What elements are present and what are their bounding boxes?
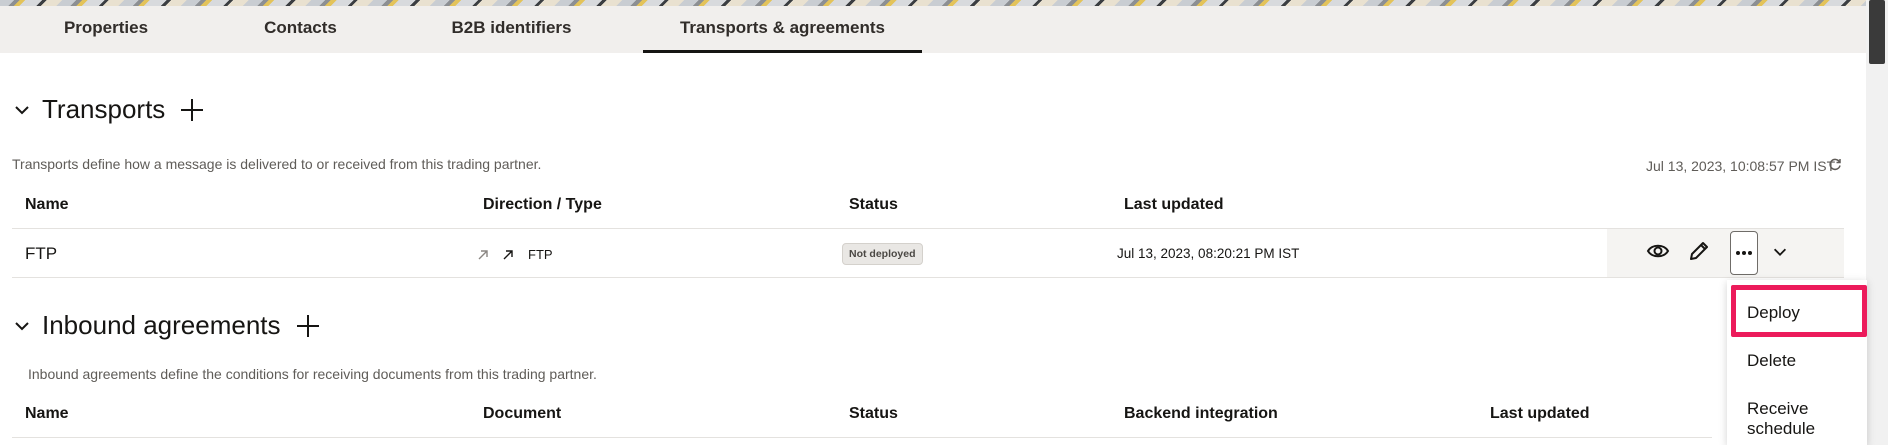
arrow-outbound-icon <box>503 250 513 260</box>
tab-properties[interactable]: Properties <box>30 6 182 53</box>
status-badge: Not deployed <box>842 243 923 265</box>
table-divider <box>12 228 1844 229</box>
inbound-description: Inbound agreements define the conditions… <box>28 366 597 382</box>
transports-title: Transports <box>42 94 166 124</box>
refresh-timestamp: Jul 13, 2023, 10:08:57 PM IST <box>1646 158 1836 174</box>
scrollbar-thumb[interactable] <box>1869 0 1885 64</box>
col-status: Status <box>849 405 898 422</box>
chevron-down-icon[interactable] <box>12 100 32 120</box>
col-name: Name <box>25 196 69 213</box>
menu-item-receive-schedule[interactable]: Receive schedule <box>1747 399 1867 439</box>
col-status: Status <box>849 196 898 213</box>
tab-transports-agreements[interactable]: Transports & agreements <box>643 6 922 53</box>
ellipsis-icon <box>1736 251 1752 255</box>
menu-item-delete[interactable]: Delete <box>1747 351 1796 371</box>
tab-b2b-identifiers[interactable]: B2B identifiers <box>420 6 603 53</box>
table-divider <box>12 437 1712 438</box>
arrow-outbound-icon <box>478 250 488 260</box>
transports-header: Transports <box>12 94 205 125</box>
col-last-updated: Last updated <box>1490 405 1590 422</box>
col-backend-integration: Backend integration <box>1124 405 1278 422</box>
refresh-icon[interactable] <box>1828 157 1842 171</box>
transport-last-updated: Jul 13, 2023, 08:20:21 PM IST <box>1117 246 1300 261</box>
col-name: Name <box>25 405 69 422</box>
inbound-header: Inbound agreements <box>12 310 321 341</box>
tab-bar: Properties Contacts B2B identifiers Tran… <box>0 6 1866 53</box>
transport-name[interactable]: FTP <box>25 244 57 264</box>
more-actions-button[interactable] <box>1730 231 1758 275</box>
add-inbound-agreement-icon[interactable] <box>295 313 321 339</box>
row-divider <box>12 277 1844 278</box>
chevron-down-icon[interactable] <box>12 316 32 336</box>
col-direction-type: Direction / Type <box>483 196 602 213</box>
col-last-updated: Last updated <box>1124 196 1224 213</box>
view-icon[interactable] <box>1646 239 1670 263</box>
chevron-down-icon[interactable] <box>1771 243 1789 261</box>
col-document: Document <box>483 405 562 422</box>
add-transport-icon[interactable] <box>179 97 205 123</box>
row-actions <box>1607 229 1844 277</box>
edit-icon[interactable] <box>1687 239 1711 263</box>
deploy-highlight <box>1731 285 1867 337</box>
scrollbar[interactable] <box>1866 0 1888 445</box>
transport-type: FTP <box>528 247 553 262</box>
tab-contacts[interactable]: Contacts <box>228 6 373 53</box>
inbound-title: Inbound agreements <box>42 310 281 340</box>
transports-description: Transports define how a message is deliv… <box>12 156 542 172</box>
